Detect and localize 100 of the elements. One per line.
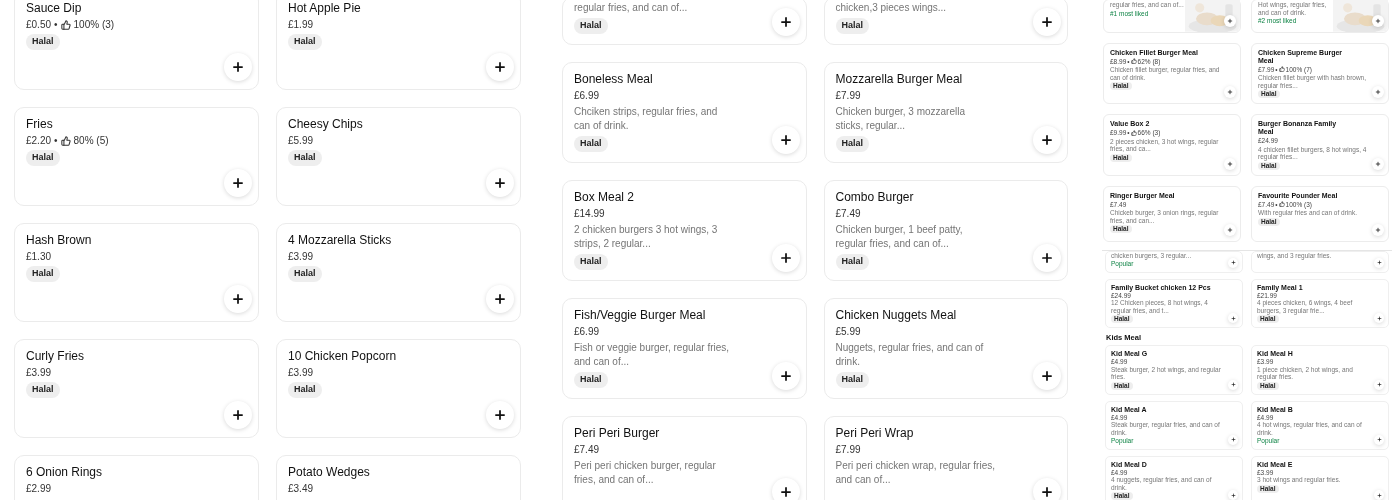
menu-item-card[interactable]: chicken,3 pieces wings... Halal (823, 0, 1068, 45)
thumbs-up-icon (60, 19, 71, 30)
add-button[interactable] (224, 285, 252, 313)
item-description: Chciken strips, regular fries, and can of drink. (574, 105, 719, 133)
item-description: chicken,3 pieces wings... (835, 1, 948, 15)
item-name: Potato Wedges (288, 465, 371, 480)
item-description: Peri peri chicken burger, regular fries, and can of... (574, 459, 717, 487)
plus-icon (1040, 251, 1054, 265)
plus-icon (1375, 17, 1381, 24)
halal-tag: Halal (26, 266, 60, 282)
plus-icon (1230, 437, 1236, 443)
menu-item-card[interactable]: Fries £2.20 • 80% (5) Halal (14, 107, 259, 206)
menu-item-card[interactable]: Boneless Meal £6.99 Chciken strips, regular fries, and can of drink. Halal (562, 62, 807, 163)
menu-item-card[interactable]: 6 Onion Rings £2.99 (14, 455, 259, 500)
add-button[interactable] (486, 53, 514, 81)
halal-tag: Halal (26, 150, 60, 166)
item-price: £0.50 (26, 18, 52, 31)
plus-icon (1376, 382, 1382, 388)
rating-text: 80% (5) (73, 134, 109, 147)
thumbs-up-icon (1130, 129, 1137, 136)
halal-tag: Halal (835, 18, 869, 34)
add-button[interactable] (1033, 244, 1061, 272)
add-button[interactable] (771, 362, 800, 390)
menu-item-card[interactable]: Sauce Dip £0.50 • 100% (3) Halal (14, 0, 259, 90)
menu-item-card[interactable]: Curly Fries £3.99 Halal (14, 339, 259, 438)
halal-tag: Halal (835, 254, 869, 270)
item-price: £3.99 (288, 366, 314, 379)
add-button[interactable] (1033, 8, 1061, 36)
plus-icon (1375, 226, 1381, 233)
item-name: 4 Mozzarella Sticks (288, 233, 393, 248)
thumbs-up-icon (1130, 58, 1137, 65)
item-name: Mozzarella Burger Meal (835, 72, 964, 87)
add-button[interactable] (224, 53, 252, 81)
item-price: £7.99 (835, 443, 861, 456)
item-price: £2.99 (26, 482, 52, 495)
add-button[interactable] (771, 8, 800, 36)
plus-icon (778, 485, 793, 499)
halal-tag: Halal (835, 372, 869, 388)
plus-icon (1230, 260, 1236, 266)
plus-icon (493, 176, 507, 190)
add-button[interactable] (771, 126, 800, 154)
menu-item-card[interactable]: Hot Apple Pie £1.99 Halal (276, 0, 521, 90)
halal-tag: Halal (574, 372, 608, 388)
add-button[interactable] (771, 244, 800, 272)
item-description: Peri peri chicken wrap, regular fries, and can of... (835, 459, 996, 487)
item-name: Chicken Nuggets Meal (835, 308, 958, 323)
item-name: Peri Peri Burger (574, 426, 661, 441)
plus-icon (1376, 437, 1382, 443)
plus-icon (1230, 315, 1236, 321)
item-description: Fish or veggie burger, regular fries, and can of... (574, 341, 731, 369)
menu-item-card[interactable]: Fish/Veggie Burger Meal £6.99 Fish or veggie burger, regular fries, and can of... Halal (562, 298, 807, 399)
add-button[interactable] (486, 401, 514, 429)
plus-icon (1375, 89, 1381, 96)
add-button[interactable] (486, 169, 514, 197)
add-button[interactable] (1033, 126, 1061, 154)
plus-icon (1376, 315, 1382, 321)
plus-icon (493, 60, 507, 74)
item-name: Cheesy Chips (288, 117, 364, 132)
item-description: Chicken burger, 1 beef patty, regular fries, and can of... (835, 223, 964, 251)
menu-item-card[interactable]: Cheesy Chips £5.99 Halal (276, 107, 521, 206)
item-name: Peri Peri Wrap (835, 426, 915, 441)
menu-item-card[interactable]: Chicken Nuggets Meal £5.99 Nuggets, regular fries, and can of drink. Halal (823, 298, 1068, 399)
halal-tag: Halal (26, 34, 60, 50)
plus-icon (1227, 89, 1233, 96)
halal-tag: Halal (26, 382, 60, 398)
item-description: Chicken burger, 3 mozzarella sticks, regular... (835, 105, 966, 133)
add-button[interactable] (771, 478, 800, 500)
menu-item-card[interactable]: 10 Chicken Popcorn £3.99 Halal (276, 339, 521, 438)
item-price: £14.99 (574, 207, 605, 220)
menu-item-card[interactable]: regular fries, and can of... Halal (562, 0, 807, 45)
item-name: 10 Chicken Popcorn (288, 349, 398, 364)
add-button[interactable] (1033, 362, 1061, 390)
plus-icon (1040, 369, 1054, 383)
menu-item-card[interactable]: Peri Peri Burger £7.49 Peri peri chicken burger, regular fries, and can of... (562, 416, 807, 500)
menu-item-card[interactable]: Box Meal 2 £14.99 2 chicken burgers 3 hot wings, 3 strips, 2 regular... Halal (562, 180, 807, 281)
menu-item-card[interactable]: Combo Burger £7.49 Chicken burger, 1 beef patty, regular fries, and can of... Halal (823, 180, 1068, 281)
menu-item-card[interactable]: Peri Peri Wrap £7.99 Peri peri chicken wrap, regular fries, and can of... (823, 416, 1068, 500)
add-button[interactable] (486, 285, 514, 313)
item-price: £7.99 (835, 89, 861, 102)
plus-icon (1040, 485, 1054, 499)
menu-item-card[interactable]: Mozzarella Burger Meal £7.99 Chicken burger, 3 mozzarella sticks, regular... Halal (823, 62, 1068, 163)
halal-tag: Halal (288, 34, 322, 50)
add-button[interactable] (224, 401, 252, 429)
add-button[interactable] (1033, 478, 1061, 500)
separator-dot: • (54, 134, 58, 147)
menu-item-card[interactable]: 4 Mozzarella Sticks £3.99 Halal (276, 223, 521, 322)
add-button[interactable] (224, 169, 252, 197)
menu-item-card[interactable]: Potato Wedges £3.49 (276, 455, 521, 500)
menu-item-card[interactable]: Hash Brown £1.30 Halal (14, 223, 259, 322)
plus-icon (231, 60, 245, 74)
item-name: 6 Onion Rings (26, 465, 104, 480)
thumbs-up-icon (60, 135, 71, 146)
item-name: Combo Burger (835, 190, 915, 205)
item-name: Sauce Dip (26, 1, 83, 16)
thumbs-up-icon (1278, 66, 1285, 73)
item-price: £6.99 (574, 325, 600, 338)
item-name: Curly Fries (26, 349, 85, 364)
plus-icon (778, 15, 793, 29)
item-name: Fish/Veggie Burger Meal (574, 308, 706, 323)
item-description: regular fries, and can of... (574, 1, 689, 15)
